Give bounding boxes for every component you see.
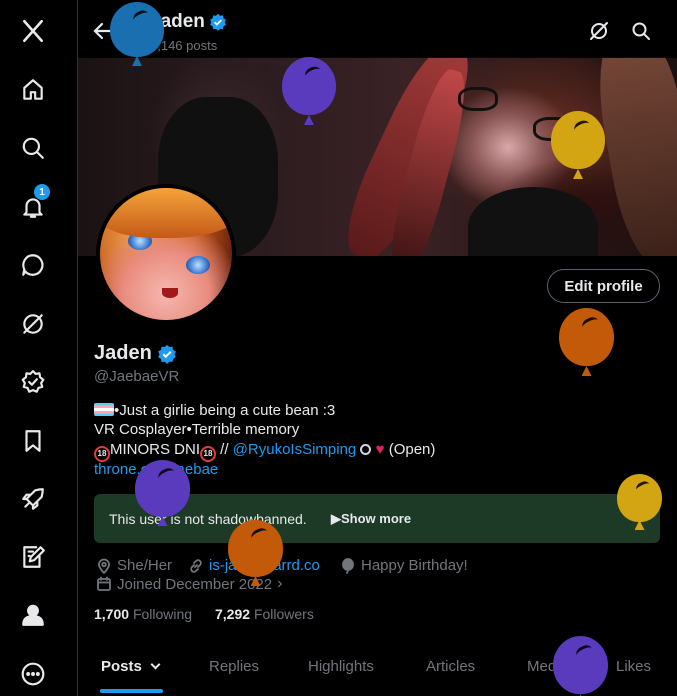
birthday-balloon [110,2,164,66]
tab-likes[interactable]: Likes [616,658,651,675]
mention-link[interactable]: @RyukoIsSimping [233,441,357,458]
birthday-meta: Happy Birthday! [340,557,468,574]
rocket-icon[interactable] [16,482,50,516]
location-pin-icon [98,558,110,574]
followers-stat[interactable]: 7,292 Followers [215,606,314,622]
birthday-balloon [617,474,662,530]
bio-line-3: 18 MINORS DNI 18 // @RyukoIsSimping ♥ (Ope… [94,441,435,462]
birthday-balloon [559,308,614,376]
verified-badge-icon[interactable] [16,365,50,399]
following-stat[interactable]: 1,700 Following [94,606,192,622]
no-under-18-icon: 18 [200,446,216,462]
ring-icon [360,444,372,455]
birthday-balloon [282,57,336,125]
red-heart-icon: ♥ [375,441,385,458]
profile-header-bar: Jaden 6,146 posts [78,0,677,58]
edit-profile-button[interactable]: Edit profile [547,269,660,303]
profile-handle: @JaebaeVR [94,368,180,385]
profile-avatar[interactable] [96,184,236,324]
birthday-balloon [135,460,190,526]
search-icon[interactable] [630,20,652,42]
pronouns-meta: She/Her [96,557,172,574]
profile-person-icon[interactable] [16,598,50,632]
trans-flag-icon [94,403,114,416]
notification-count-badge: 1 [34,184,50,200]
left-navigation: 1 [0,0,78,696]
play-triangle-icon: ▶ [331,511,341,526]
home-icon[interactable] [16,73,50,107]
birthday-balloon [228,520,283,586]
messages-chat-icon[interactable] [16,248,50,282]
grok-analyze-icon[interactable] [588,20,610,42]
compose-post-icon[interactable] [16,540,50,574]
tab-highlights[interactable]: Highlights [308,658,374,675]
active-tab-indicator [100,689,163,693]
grok-icon[interactable] [16,307,50,341]
calendar-icon [97,576,111,591]
x-logo-icon[interactable] [16,14,50,48]
no-under-18-icon: 18 [94,446,110,462]
tab-posts[interactable]: Posts [101,658,161,675]
more-options-icon[interactable] [16,657,50,691]
verified-check-icon [157,344,176,364]
show-more-button[interactable]: ▶Show more [331,511,411,527]
bio-line-1: •Just a girlie being a cute bean :3 [94,402,335,419]
birthday-balloon [553,636,608,696]
verified-check-icon [209,13,226,31]
profile-display-name: Jaden [94,342,177,365]
notifications-bell-icon[interactable]: 1 [16,184,50,224]
search-icon[interactable] [16,131,50,165]
tab-replies[interactable]: Replies [209,658,259,675]
birthday-balloon [551,111,605,179]
link-icon [190,558,202,573]
bio-line-2: VR Cosplayer•Terrible memory [94,421,300,438]
balloon-icon [342,557,354,574]
tab-articles[interactable]: Articles [426,658,475,675]
chevron-down-icon [150,659,161,670]
bookmark-icon[interactable] [16,424,50,458]
